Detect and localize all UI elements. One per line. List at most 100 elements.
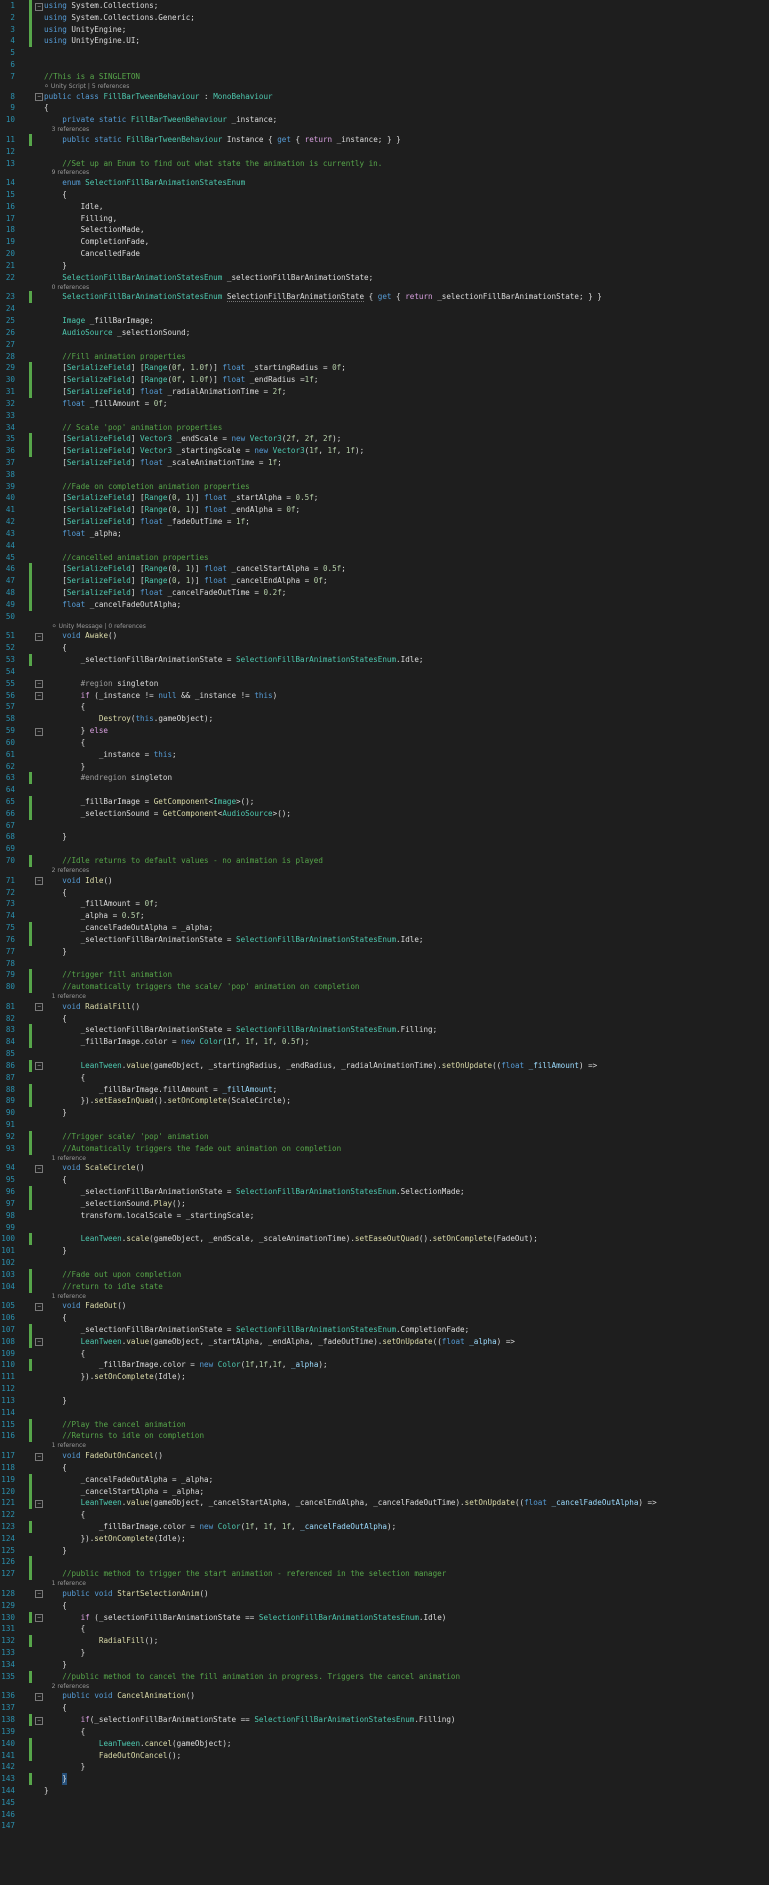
code-line[interactable]: 73 _fillAmount = 0f; (0, 898, 769, 910)
code-line[interactable]: 113 } (0, 1395, 769, 1407)
code-line[interactable]: 134 } (0, 1659, 769, 1671)
codelens-annotation[interactable]: 9 references (0, 169, 769, 177)
code-line[interactable]: 84 _fillBarImage.color = new Color(1f, 1… (0, 1036, 769, 1049)
collapse-icon[interactable]: − (35, 1338, 43, 1347)
code-line[interactable]: 19 CompletionFade, (0, 236, 769, 248)
collapse-icon[interactable]: − (35, 632, 43, 641)
code-line[interactable]: 23 SelectionFillBarAnimationStatesEnum S… (0, 291, 769, 304)
code-line[interactable]: 20 CancelledFade (0, 248, 769, 260)
code-line[interactable]: 54 (0, 666, 769, 678)
code-line[interactable]: 34 // Scale 'pop' animation properties (0, 422, 769, 434)
code-line[interactable]: 138 − if(_selectionFillBarAnimationState … (0, 1714, 769, 1726)
code-line[interactable]: 5 (0, 47, 769, 59)
codelens-text[interactable]: 2 references (44, 867, 90, 875)
code-line[interactable]: 26 AudioSource _selectionSound; (0, 327, 769, 339)
code-line[interactable]: 28 //Fill animation properties (0, 351, 769, 363)
codelens-text[interactable]: ⚪ Unity Message | 0 references (44, 623, 146, 631)
code-line[interactable]: 114 (0, 1407, 769, 1419)
code-line[interactable]: 35 [SerializeField] Vector3 _endScale = … (0, 433, 769, 446)
code-line[interactable]: 22 SelectionFillBarAnimationStatesEnum _… (0, 272, 769, 284)
collapse-icon[interactable]: − (35, 877, 43, 886)
collapse-icon[interactable]: − (35, 2, 43, 11)
collapse-icon[interactable]: − (35, 692, 43, 701)
code-line[interactable]: 66 _selectionSound = GetComponent<AudioS… (0, 807, 769, 820)
code-line[interactable]: 127 //public method to trigger the start… (0, 1568, 769, 1581)
collapse-icon[interactable]: − (35, 680, 43, 689)
code-line[interactable]: 39 //Fade on completion animation proper… (0, 481, 769, 493)
code-line[interactable]: 31 [SerializeField] float _radialAnimati… (0, 386, 769, 398)
collapse-icon[interactable]: − (35, 1499, 43, 1508)
code-line[interactable]: 82 { (0, 1013, 769, 1025)
codelens-text[interactable]: 3 references (44, 126, 90, 134)
code-line[interactable]: 2 using System.Collections.Generic; (0, 11, 769, 24)
code-line[interactable]: 33 (0, 410, 769, 422)
codelens-text[interactable]: 1 reference (44, 1442, 86, 1450)
code-line[interactable]: 99 (0, 1222, 769, 1234)
codelens-annotation[interactable]: 1 reference (0, 1293, 769, 1301)
code-line[interactable]: 70 //Idle returns to default values - no… (0, 855, 769, 867)
codelens-annotation[interactable]: 1 reference (0, 1580, 769, 1588)
code-line[interactable]: 55 − #region singleton (0, 678, 769, 690)
code-line[interactable]: 36 [SerializeField] Vector3 _startingSca… (0, 445, 769, 457)
code-line[interactable]: 91 (0, 1119, 769, 1131)
code-line[interactable]: 95 { (0, 1174, 769, 1186)
code-line[interactable]: 126 (0, 1556, 769, 1569)
codelens-text[interactable]: 0 references (44, 284, 90, 292)
code-line[interactable]: 6 (0, 59, 769, 71)
codelens-annotation[interactable]: ⚪ Unity Script | 5 references (0, 83, 769, 91)
code-line[interactable]: 90 } (0, 1107, 769, 1119)
code-line[interactable]: 142 } (0, 1761, 769, 1773)
code-line[interactable]: 119 _cancelFadeOutAlpha = _alpha; (0, 1473, 769, 1486)
code-line[interactable]: 137 { (0, 1702, 769, 1714)
code-line[interactable]: 17 Filling, (0, 213, 769, 225)
code-line[interactable]: 78 (0, 958, 769, 970)
code-line[interactable]: 69 (0, 843, 769, 855)
collapse-icon[interactable]: − (35, 1590, 43, 1599)
code-line[interactable]: 24 (0, 303, 769, 315)
codelens-annotation[interactable]: 0 references (0, 284, 769, 292)
code-line[interactable]: 10 private static FillBarTweenBehaviour … (0, 114, 769, 126)
code-line[interactable]: 41 [SerializeField] [Range(0, 1)] float … (0, 504, 769, 516)
code-line[interactable]: 96 _selectionFillBarAnimationState = Sel… (0, 1186, 769, 1198)
code-line[interactable]: 29 [SerializeField] [Range(0f, 1.0f)] fl… (0, 362, 769, 375)
code-line[interactable]: 120 _cancelStartAlpha = _alpha; (0, 1485, 769, 1498)
code-line[interactable]: 52 { (0, 642, 769, 654)
code-line[interactable]: 121 − LeanTween.value(gameObject, _cancel… (0, 1497, 769, 1510)
code-line[interactable]: 135 //public method to cancel the fill a… (0, 1670, 769, 1683)
code-line[interactable]: 8 − public class FillBarTweenBehaviour : M… (0, 91, 769, 103)
code-line[interactable]: 68 } (0, 831, 769, 843)
code-line[interactable]: 107 _selectionFillBarAnimationState = Se… (0, 1323, 769, 1336)
code-line[interactable]: 105 − void FadeOut() (0, 1300, 769, 1312)
code-line[interactable]: 106 { (0, 1312, 769, 1324)
code-line[interactable]: 14 enum SelectionFillBarAnimationStatesE… (0, 177, 769, 189)
code-line[interactable]: 38 (0, 469, 769, 481)
codelens-text[interactable]: 1 reference (44, 993, 86, 1001)
code-line[interactable]: 104 //return to idle state (0, 1280, 769, 1293)
code-line[interactable]: 140 LeanTween.cancel(gameObject); (0, 1737, 769, 1750)
code-line[interactable]: 103 //Fade out upon completion (0, 1268, 769, 1281)
code-line[interactable]: 64 (0, 784, 769, 796)
code-line[interactable]: 46 [SerializeField] [Range(0, 1)] float … (0, 563, 769, 576)
code-line[interactable]: 133 } (0, 1647, 769, 1659)
collapse-icon[interactable]: − (35, 1716, 43, 1725)
code-line[interactable]: 57 { (0, 701, 769, 713)
code-line[interactable]: 147 (0, 1820, 769, 1832)
codelens-text[interactable]: 2 references (44, 1683, 90, 1691)
code-line[interactable]: 76 _selectionFillBarAnimationState = Sel… (0, 933, 769, 946)
code-line[interactable]: 80 //automatically triggers the scale/ '… (0, 981, 769, 994)
code-line[interactable]: 43 float _alpha; (0, 528, 769, 540)
code-line[interactable]: 110 _fillBarImage.color = new Color(1f,1… (0, 1359, 769, 1372)
code-line[interactable]: 131 { (0, 1623, 769, 1635)
code-line[interactable]: 141 FadeOutOnCancel(); (0, 1749, 769, 1762)
code-line[interactable]: 143 } (0, 1773, 769, 1785)
code-line[interactable]: 40 [SerializeField] [Range(0, 1)] float … (0, 492, 769, 504)
code-line[interactable]: 45 //cancelled animation properties (0, 552, 769, 564)
code-line[interactable]: 83 _selectionFillBarAnimationState = Sel… (0, 1024, 769, 1037)
code-line[interactable]: 67 (0, 820, 769, 832)
code-line[interactable]: 123 _fillBarImage.color = new Color(1f, … (0, 1521, 769, 1533)
code-line[interactable]: 62 } (0, 761, 769, 773)
code-line[interactable]: 16 Idle, (0, 201, 769, 213)
code-line[interactable]: 75 _cancelFadeOutAlpha = _alpha; (0, 922, 769, 934)
collapse-icon[interactable]: − (35, 93, 43, 102)
code-line[interactable]: 1 − using System.Collections; (0, 0, 769, 12)
